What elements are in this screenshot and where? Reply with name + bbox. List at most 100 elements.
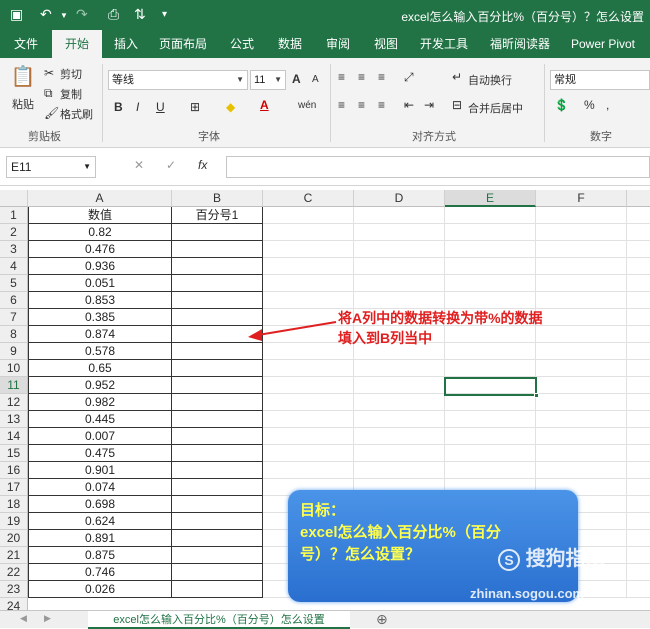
column-header-b[interactable]: B (172, 190, 263, 207)
undo-dropdown-icon[interactable]: ▼ (60, 11, 68, 20)
merge-center-button[interactable]: 合并后居中 (468, 100, 523, 116)
grid-cell[interactable]: 0.445 (28, 411, 172, 428)
orientation-icon[interactable]: ⤢ (404, 70, 414, 85)
enter-icon[interactable]: ✓ (166, 158, 176, 172)
grid-cell[interactable] (263, 224, 354, 241)
row-header[interactable]: 3 (0, 241, 28, 258)
grid-cell[interactable] (627, 241, 650, 258)
grid-cell[interactable] (263, 445, 354, 462)
insert-function-icon[interactable]: fx (198, 158, 207, 172)
tab-view[interactable]: 视图 (364, 30, 408, 58)
grid-cell[interactable]: 0.475 (28, 445, 172, 462)
grid-cell[interactable] (536, 224, 627, 241)
format-painter-button[interactable]: 格式刷 (60, 106, 93, 122)
row-header[interactable]: 24 (0, 598, 28, 610)
grid-cell[interactable] (172, 275, 263, 292)
grid-cell[interactable] (172, 445, 263, 462)
grid-cell[interactable] (354, 224, 445, 241)
grid-cell[interactable] (627, 394, 650, 411)
grid-cell[interactable] (263, 275, 354, 292)
column-header-e[interactable]: E (445, 190, 536, 207)
currency-icon[interactable]: 💲 (554, 98, 569, 112)
grid-cell[interactable] (263, 292, 354, 309)
grid-cell[interactable] (354, 241, 445, 258)
sort-icon[interactable]: ⇅ (134, 6, 146, 23)
grid-cell[interactable] (627, 292, 650, 309)
grid-cell[interactable] (172, 411, 263, 428)
number-format-select[interactable]: 常规 (550, 70, 650, 90)
grid-cell[interactable] (536, 258, 627, 275)
sheet-tab-active[interactable]: excel怎么输入百分比%（百分号）怎么设置 (88, 611, 350, 629)
grid-cell[interactable] (445, 394, 536, 411)
row-header[interactable]: 18 (0, 496, 28, 513)
name-box[interactable]: E11 ▼ (6, 156, 96, 178)
grid-cell[interactable]: 0.853 (28, 292, 172, 309)
prev-sheet-icon[interactable]: ◀ (20, 613, 27, 624)
row-header[interactable]: 14 (0, 428, 28, 445)
comma-button[interactable]: , (606, 98, 609, 112)
paste-button[interactable]: 粘贴 (12, 96, 34, 112)
grid-cell[interactable] (172, 496, 263, 513)
grid-cell[interactable] (536, 241, 627, 258)
grid-cell[interactable] (445, 292, 536, 309)
grid-cell[interactable] (263, 411, 354, 428)
grid-cell[interactable]: 0.952 (28, 377, 172, 394)
grid-cell[interactable] (627, 462, 650, 479)
grid-cell[interactable]: 0.901 (28, 462, 172, 479)
grid-cell[interactable] (536, 309, 627, 326)
tab-data[interactable]: 数据 (268, 30, 312, 58)
grid-cell[interactable] (627, 343, 650, 360)
grid-cell[interactable] (445, 224, 536, 241)
row-header[interactable]: 17 (0, 479, 28, 496)
grid-cell[interactable] (627, 581, 650, 598)
grow-font-button[interactable]: A (292, 72, 301, 86)
grid-cell[interactable] (354, 275, 445, 292)
customize-qa-icon[interactable]: ▾ (162, 9, 167, 20)
grid-cell[interactable] (536, 275, 627, 292)
row-header[interactable]: 8 (0, 326, 28, 343)
undo-icon[interactable]: ↶ (40, 6, 52, 23)
grid-cell[interactable] (172, 428, 263, 445)
grid-cell[interactable] (172, 377, 263, 394)
grid-cell[interactable] (172, 547, 263, 564)
grid-cell[interactable] (627, 513, 650, 530)
grid-cell[interactable]: 数值 (28, 207, 172, 224)
grid-cell[interactable]: 0.698 (28, 496, 172, 513)
grid-cell[interactable] (172, 224, 263, 241)
grid-cell[interactable] (172, 258, 263, 275)
selected-cell-outline[interactable] (444, 377, 537, 396)
grid-cell[interactable] (627, 326, 650, 343)
grid-cell[interactable]: 0.476 (28, 241, 172, 258)
grid-cell[interactable] (263, 360, 354, 377)
grid-cell[interactable] (445, 411, 536, 428)
grid-cell[interactable]: 0.936 (28, 258, 172, 275)
grid-cell[interactable]: 0.385 (28, 309, 172, 326)
grid-cell[interactable] (445, 445, 536, 462)
grid-cell[interactable] (263, 462, 354, 479)
shrink-font-button[interactable]: A (312, 74, 319, 85)
grid-cell[interactable] (354, 258, 445, 275)
increase-indent-icon[interactable]: ⇥ (424, 98, 434, 112)
grid-cell[interactable] (536, 377, 627, 394)
grid-cell[interactable]: 0.624 (28, 513, 172, 530)
row-header[interactable]: 9 (0, 343, 28, 360)
grid-cell[interactable] (627, 224, 650, 241)
row-header[interactable]: 15 (0, 445, 28, 462)
tab-review[interactable]: 审阅 (316, 30, 360, 58)
tab-insert[interactable]: 插入 (104, 30, 148, 58)
tab-formulas[interactable]: 公式 (220, 30, 264, 58)
grid-cell[interactable] (354, 445, 445, 462)
grid-cell[interactable] (627, 275, 650, 292)
grid-cell[interactable] (445, 258, 536, 275)
tab-file[interactable]: 文件 (4, 30, 48, 58)
tab-developer[interactable]: 开发工具 (412, 30, 476, 58)
grid-cell[interactable] (263, 428, 354, 445)
grid-cell[interactable] (627, 207, 650, 224)
redo-icon[interactable]: ↷ (76, 6, 88, 23)
column-header-g[interactable] (627, 190, 650, 207)
grid-cell[interactable] (354, 411, 445, 428)
row-header[interactable]: 16 (0, 462, 28, 479)
grid-cell[interactable] (536, 207, 627, 224)
bold-button[interactable]: B (114, 100, 123, 114)
align-center-icon[interactable]: ≡ (358, 98, 365, 112)
